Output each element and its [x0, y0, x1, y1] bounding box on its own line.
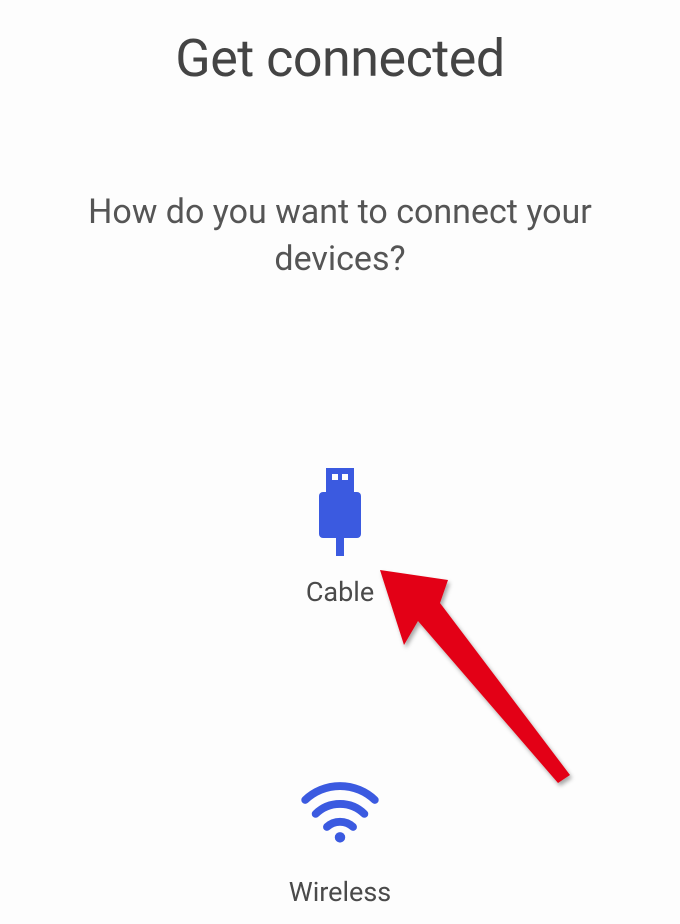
wireless-option[interactable]: Wireless [289, 768, 392, 908]
annotation-arrow [370, 555, 590, 795]
cable-icon [300, 468, 380, 558]
page-subtitle: How do you want to connect your devices? [0, 189, 680, 283]
wireless-option-label: Wireless [289, 876, 392, 908]
cable-option[interactable]: Cable [300, 468, 380, 608]
cable-option-label: Cable [306, 576, 374, 608]
connection-options: Cable Wireless [289, 468, 392, 908]
wireless-icon [300, 768, 380, 858]
page-title: Get connected [175, 28, 504, 89]
